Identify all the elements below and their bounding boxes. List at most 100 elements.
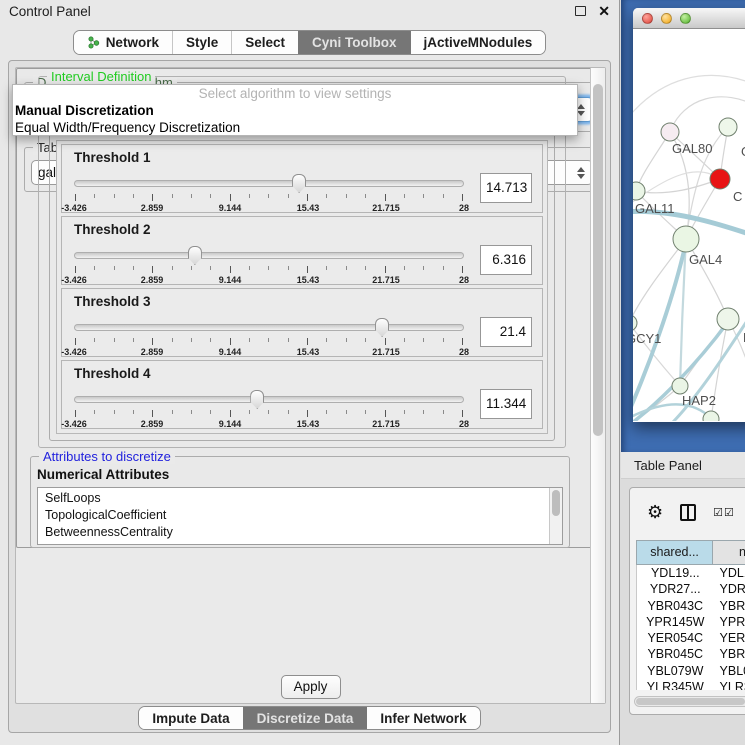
control-panel-title: Control Panel xyxy=(9,4,91,19)
table-row[interactable]: YER054CYER0 xyxy=(637,630,745,646)
tab-label: Discretize Data xyxy=(257,711,354,726)
threshold-label: Threshold 3 xyxy=(74,294,532,309)
network-edge[interactable] xyxy=(686,239,728,319)
threshold-value-field[interactable]: 6.316 xyxy=(480,245,532,275)
bottom-tab-bar: Impute Data Discretize Data Infer Networ… xyxy=(9,706,610,730)
network-node[interactable] xyxy=(717,308,739,330)
threshold-value-field[interactable]: 14.713 xyxy=(480,173,532,203)
network-node[interactable] xyxy=(633,182,645,200)
network-edge[interactable] xyxy=(633,75,745,124)
tab-style[interactable]: Style xyxy=(172,31,231,54)
table-row[interactable]: YDR27...YDR2 xyxy=(637,581,745,597)
tab-cyni-toolbox[interactable]: Cyni Toolbox xyxy=(298,31,410,54)
network-canvas-svg: GAL80GACGAL11GAL4GCY1HHAP2 xyxy=(633,29,745,421)
node-label: GAL80 xyxy=(672,141,712,156)
network-node[interactable] xyxy=(633,315,637,331)
slider-thumb[interactable] xyxy=(375,318,389,337)
network-node[interactable] xyxy=(673,226,699,252)
slider-tick-labels: -3.4262.8599.14415.4321.71528 xyxy=(74,275,464,287)
threshold-slider[interactable] xyxy=(74,173,464,193)
table-cell: YDL19... xyxy=(637,565,714,581)
tab-infer-network[interactable]: Infer Network xyxy=(366,707,479,729)
slider-thumb[interactable] xyxy=(292,174,306,193)
slider-track[interactable] xyxy=(74,396,464,403)
threshold-slider[interactable] xyxy=(74,317,464,337)
tab-label: Infer Network xyxy=(380,711,466,726)
table-cell: YBR0 xyxy=(714,598,745,614)
split-columns-icon[interactable] xyxy=(680,504,696,521)
tab-select[interactable]: Select xyxy=(231,31,298,54)
node-label: C xyxy=(733,189,742,204)
network-view-window[interactable]: GAL80GACGAL11GAL4GCY1HHAP2 xyxy=(633,8,745,422)
network-node[interactable] xyxy=(661,123,679,141)
slider-track[interactable] xyxy=(74,180,464,187)
numerical-attributes-listbox[interactable]: SelfLoopsTopologicalCoefficientBetweenne… xyxy=(37,487,563,545)
apply-button[interactable]: Apply xyxy=(281,675,341,699)
scrollbar-thumb[interactable] xyxy=(636,698,745,705)
slider-tick-labels: -3.4262.8599.14415.4321.71528 xyxy=(74,203,464,215)
table-row[interactable]: YLR345WYLR3 xyxy=(637,679,745,690)
slider-track[interactable] xyxy=(74,324,464,331)
slider-ticks xyxy=(74,410,464,418)
slider-track[interactable] xyxy=(74,252,464,259)
checkbox-icons[interactable]: ☑☑ xyxy=(713,506,735,519)
threshold-value-field[interactable]: 11.344 xyxy=(480,389,532,419)
node-label: HAP2 xyxy=(682,393,716,408)
close-traffic-light-icon[interactable] xyxy=(642,13,653,24)
table-cell: YDR27... xyxy=(637,581,714,597)
cyni-toolbox-panel: Discretization Algorithm Table Data galF… xyxy=(8,60,611,733)
table-row[interactable]: YPR145WYPR1 xyxy=(637,614,745,630)
tab-jactivemnodules[interactable]: jActiveMNodules xyxy=(410,31,546,54)
popup-option-equal-width-frequency[interactable]: Equal Width/Frequency Discretization xyxy=(13,119,577,136)
tab-discretize-data[interactable]: Discretize Data xyxy=(243,707,367,729)
minimize-traffic-light-icon[interactable] xyxy=(661,13,672,24)
close-icon[interactable]: ✕ xyxy=(598,6,610,16)
network-window-titlebar[interactable] xyxy=(633,8,745,29)
tab-network[interactable]: Network xyxy=(74,31,172,54)
gear-icon[interactable]: ⚙ xyxy=(647,503,663,521)
column-header-name[interactable]: name xyxy=(713,541,745,564)
network-node[interactable] xyxy=(719,118,737,136)
slider-thumb[interactable] xyxy=(188,246,202,265)
algorithm-dropdown-popup: Select algorithm to view settings Manual… xyxy=(12,84,578,136)
node-label: GAL11 xyxy=(635,201,675,216)
threshold-slider[interactable] xyxy=(74,245,464,265)
column-header-shared-name[interactable]: shared... xyxy=(637,541,713,564)
threshold-slider[interactable] xyxy=(74,389,464,409)
table-cell: YBR0 xyxy=(714,646,745,662)
table-row[interactable]: YBR045CYBR0 xyxy=(637,646,745,662)
list-scrollbar[interactable] xyxy=(549,488,562,544)
slider-ticks xyxy=(74,194,464,202)
panel-scrollbar[interactable] xyxy=(590,68,592,548)
network-node[interactable] xyxy=(710,169,730,189)
slider-tick-labels: -3.4262.8599.14415.4321.71528 xyxy=(74,347,464,359)
network-node[interactable] xyxy=(672,378,688,394)
threshold-value-field[interactable]: 21.4 xyxy=(480,317,532,347)
table-horizontal-scrollbar[interactable] xyxy=(634,696,745,707)
tab-label: Impute Data xyxy=(152,711,229,726)
table-row[interactable]: YDL19...YDL1 xyxy=(637,565,745,581)
attribute-item[interactable]: BetweennessCentrality xyxy=(38,524,549,541)
table-row[interactable]: YBR043CYBR0 xyxy=(637,598,745,614)
network-canvas[interactable]: GAL80GACGAL11GAL4GCY1HHAP2 xyxy=(633,29,745,421)
attribute-item[interactable]: SelfLoops xyxy=(38,490,549,507)
attribute-item[interactable]: TopologicalCoefficient xyxy=(38,507,549,524)
float-window-icon[interactable] xyxy=(575,6,586,16)
table-panel-title: Table Panel xyxy=(634,458,702,473)
threshold-row-2: Threshold 2 -3.4262.8599.14415.4321 xyxy=(61,216,543,285)
tab-impute-data[interactable]: Impute Data xyxy=(139,707,242,729)
node-table: shared... name YDL19...YDL1YDR27...YDR2Y… xyxy=(636,540,745,690)
threshold-row-1: Threshold 1 -3.4262.8599.14415.4321 xyxy=(61,144,543,213)
node-label: GCY1 xyxy=(633,331,661,346)
popup-option-manual-discretization[interactable]: Manual Discretization xyxy=(13,102,577,119)
table-cell: YBR045C xyxy=(637,646,714,662)
zoom-traffic-light-icon[interactable] xyxy=(680,13,691,24)
settings-scroll-panel: Interval Definition Number of Intervals … xyxy=(16,68,592,548)
scrollbar-thumb[interactable] xyxy=(552,490,560,516)
table-cell: YLR345W xyxy=(637,679,714,690)
stepper-icon xyxy=(575,165,586,181)
slider-thumb[interactable] xyxy=(250,390,264,409)
table-cell: YPR145W xyxy=(637,614,714,630)
table-row[interactable]: YBL079WYBL0 xyxy=(637,663,745,679)
table-panel: ⚙ ☑☑ shared... name YDL19...YDL1YDR27...… xyxy=(629,487,745,715)
